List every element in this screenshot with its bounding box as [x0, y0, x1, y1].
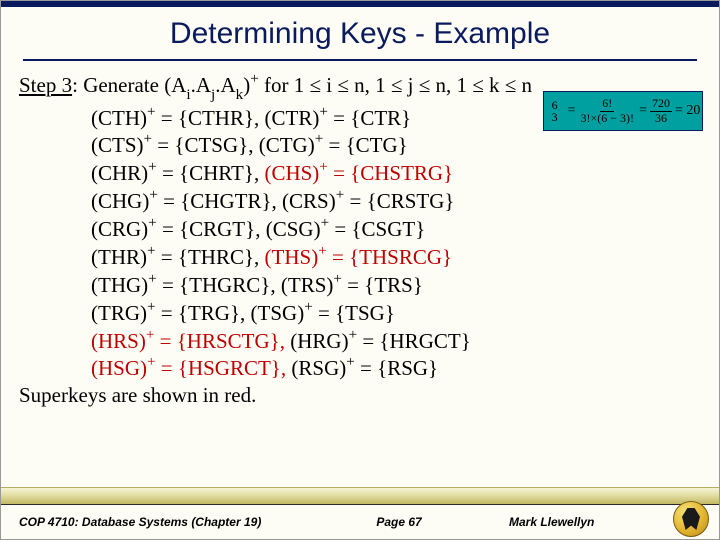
closure-a: (CRG)+ = {CRGT},	[91, 217, 266, 241]
closure-line: (HRS)+ = {HRSCTG}, (HRG)+ = {HRGCT}	[91, 327, 701, 355]
slide-footer: COP 4710: Database Systems (Chapter 19) …	[1, 487, 719, 539]
footer-page: Page 67	[319, 515, 479, 529]
closure-line: (CTS)+ = {CTSG}, (CTG)+ = {CTG}	[91, 131, 701, 159]
closure-line: (CHR)+ = {CHRT}, (CHS)+ = {CHSTRG}	[91, 159, 701, 187]
closure-line: (THR)+ = {THRC}, (THS)+ = {THSRCG}	[91, 243, 701, 271]
eq2: =	[639, 103, 647, 119]
closure-b: (THS)+ = {THSRCG}	[265, 245, 453, 269]
ucf-logo	[673, 501, 709, 537]
closure-b: (RSG)+ = {RSG}	[291, 356, 438, 380]
slide-title: Determining Keys - Example	[1, 7, 719, 59]
closure-b: (CHS)+ = {CHSTRG}	[264, 161, 453, 185]
closure-line: (TRG)+ = {TRG}, (TSG)+ = {TSG}	[91, 299, 701, 327]
frac1-den: 3!×(6 − 3)!	[579, 112, 637, 125]
step-label: Step 3	[19, 73, 72, 97]
frac1-num: 6!	[600, 97, 614, 111]
closure-line: (CRG)+ = {CRGT}, (CSG)+ = {CSGT}	[91, 215, 701, 243]
gen-m1: .A	[191, 73, 211, 97]
eq3: = 20	[675, 103, 700, 119]
closure-a: (CHR)+ = {CHRT},	[91, 161, 264, 185]
closure-b: (HRG)+ = {HRGCT}	[290, 329, 471, 353]
binom-bot: 3	[552, 111, 558, 123]
footer-author: Mark Llewellyn	[479, 515, 701, 529]
closure-a: (THG)+ = {THGRC},	[91, 273, 281, 297]
closure-line: (THG)+ = {THGRC}, (TRS)+ = {TRS}	[91, 271, 701, 299]
closure-a: (CHG)+ = {CHGTR},	[91, 189, 282, 213]
footer-gradient	[1, 487, 719, 505]
closure-b: (TSG)+ = {TSG}	[251, 301, 395, 325]
eq1: =	[568, 103, 576, 119]
footer-course: COP 4710: Database Systems (Chapter 19)	[19, 515, 319, 529]
closure-a: (THR)+ = {THRC},	[91, 245, 265, 269]
combinatorics-box: 6 3 = 6! 3!×(6 − 3)! = 720 36 = 20	[543, 91, 703, 131]
closure-b: (CTG)+ = {CTG}	[259, 133, 408, 157]
frac2-num: 720	[650, 97, 672, 111]
gen-m2: .A	[215, 73, 235, 97]
closure-b: (CSG)+ = {CSGT}	[266, 217, 426, 241]
closure-b: (CTR)+ = {CTR}	[265, 106, 412, 130]
closure-a: (CTH)+ = {CTHR},	[91, 106, 265, 130]
closure-lines: (CTH)+ = {CTHR}, (CTR)+ = {CTR}(CTS)+ = …	[19, 104, 701, 383]
sub-j: j	[211, 87, 215, 103]
superkey-note: Superkeys are shown in red.	[19, 382, 701, 409]
closure-b: (CRS)+ = {CRSTG}	[282, 189, 454, 213]
closure-b: (TRS)+ = {TRS}	[281, 273, 423, 297]
closure-a: (HRS)+ = {HRSCTG},	[91, 329, 290, 353]
gen-pre: Generate (A	[83, 73, 186, 97]
sub-i: i	[186, 87, 190, 103]
closure-line: (HSG)+ = {HSGRCT}, (RSG)+ = {RSG}	[91, 354, 701, 382]
gen-plus: +	[250, 71, 259, 87]
closure-a: (CTS)+ = {CTSG},	[91, 133, 259, 157]
sub-k: k	[236, 87, 244, 103]
closure-a: (TRG)+ = {TRG},	[91, 301, 251, 325]
closure-a: (HSG)+ = {HSGRCT},	[91, 356, 291, 380]
gen-cond: for 1 ≤ i ≤ n, 1 ≤ j ≤ n, 1 ≤ k ≤ n	[259, 73, 532, 97]
frac2-den: 36	[653, 112, 669, 125]
closure-line: (CHG)+ = {CHGTR}, (CRS)+ = {CRSTG}	[91, 187, 701, 215]
